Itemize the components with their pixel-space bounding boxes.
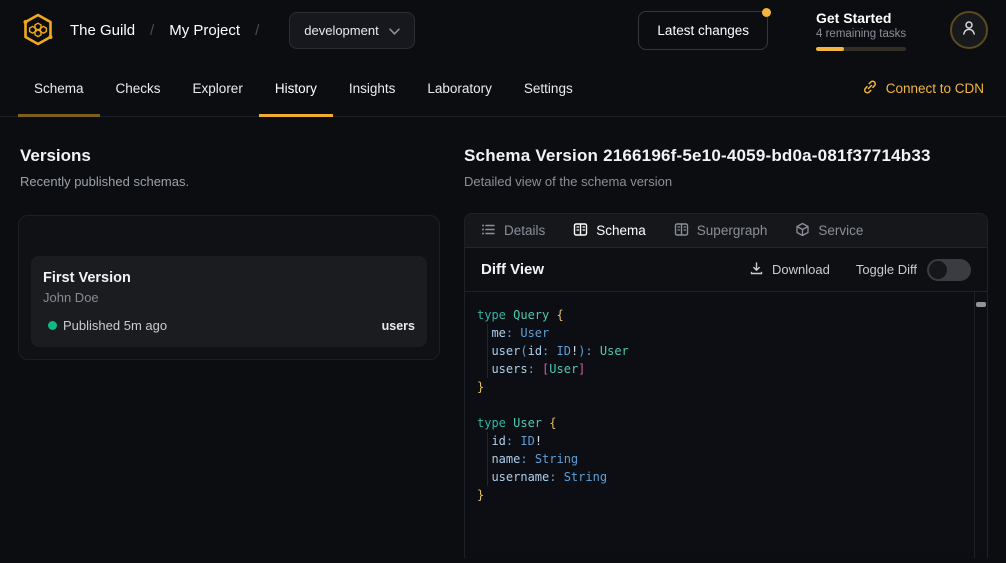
hive-logo-icon[interactable]	[18, 10, 58, 50]
columns-icon	[573, 222, 588, 240]
detail-tabs: Details Schema	[465, 214, 987, 248]
progress-fill	[816, 47, 844, 51]
get-started-title: Get Started	[816, 10, 908, 27]
connect-to-cdn-link[interactable]: Connect to CDN	[862, 79, 988, 98]
diff-actions: Download Toggle Diff	[749, 259, 971, 281]
latest-changes-label: Latest changes	[657, 23, 749, 38]
tab-label: Supergraph	[697, 223, 768, 238]
tab-label: Schema	[596, 223, 646, 238]
tab-service[interactable]: Service	[795, 222, 863, 240]
code-content: type Query { me: User user(id: ID!): Use…	[465, 292, 987, 504]
toggle-diff-switch[interactable]	[927, 259, 971, 281]
environment-selector[interactable]: development	[289, 12, 414, 49]
tab-supergraph[interactable]: Supergraph	[674, 222, 768, 240]
latest-changes-button[interactable]: Latest changes	[638, 11, 768, 50]
cube-icon	[795, 222, 810, 240]
diff-view-title: Diff View	[481, 261, 544, 278]
tab-label: Details	[504, 223, 545, 238]
list-icon	[481, 222, 496, 240]
nav-tab-label: Laboratory	[427, 81, 492, 96]
schema-version-panel: Schema Version 2166196f-5e10-4059-bd0a-0…	[464, 117, 1006, 558]
chevron-down-icon	[389, 23, 400, 38]
breadcrumb-separator: /	[150, 22, 154, 39]
nav-tab-label: Checks	[116, 81, 161, 96]
nav-spacer	[589, 60, 862, 116]
indent-guide	[487, 432, 488, 486]
download-icon	[749, 261, 764, 279]
get-started-subtitle: 4 remaining tasks	[816, 27, 908, 42]
tab-details[interactable]: Details	[481, 222, 545, 240]
versions-panel: Versions Recently published schemas. Fir…	[0, 117, 464, 558]
schema-code-block[interactable]: type Query { me: User user(id: ID!): Use…	[465, 292, 987, 558]
tab-label: Service	[818, 223, 863, 238]
nav-tab-settings[interactable]: Settings	[508, 60, 589, 116]
versions-list-card: First Version John Doe Published 5m ago …	[18, 215, 440, 360]
schema-detail-panel: Details Schema	[464, 213, 988, 558]
get-started-progress-track	[816, 47, 906, 51]
columns-icon	[674, 222, 689, 240]
code-scrollbar-thumb[interactable]	[976, 302, 986, 307]
nav-tab-checks[interactable]: Checks	[100, 60, 177, 116]
link-icon	[862, 79, 878, 98]
connect-to-cdn-label: Connect to CDN	[886, 81, 984, 96]
version-author: John Doe	[43, 290, 415, 305]
notification-dot	[762, 8, 771, 17]
diff-header: Diff View Download Toggle Diff	[465, 248, 987, 292]
download-button[interactable]: Download	[749, 261, 830, 279]
switch-knob	[929, 261, 947, 279]
user-icon	[960, 19, 978, 42]
version-status: Published 5m ago	[63, 318, 167, 333]
nav-tab-schema[interactable]: Schema	[18, 60, 100, 116]
nav-tab-label: Schema	[34, 81, 84, 96]
toggle-diff-group: Toggle Diff	[856, 259, 971, 281]
download-label: Download	[772, 262, 830, 277]
schema-version-subtitle: Detailed view of the schema version	[464, 174, 988, 189]
indent-guide	[487, 324, 488, 378]
breadcrumb-project[interactable]: My Project	[169, 22, 240, 39]
tab-schema[interactable]: Schema	[573, 222, 646, 240]
version-list-item[interactable]: First Version John Doe Published 5m ago …	[31, 256, 427, 347]
get-started-widget[interactable]: Get Started 4 remaining tasks	[816, 10, 908, 51]
nav-tab-explorer[interactable]: Explorer	[177, 60, 259, 116]
version-service-badge: users	[382, 319, 415, 333]
versions-subtitle: Recently published schemas.	[20, 174, 440, 189]
nav-tab-insights[interactable]: Insights	[333, 60, 412, 116]
org-name[interactable]: The Guild	[70, 22, 135, 39]
app-header: The Guild / My Project / development Lat…	[0, 0, 1006, 60]
nav-tab-label: History	[275, 81, 317, 96]
breadcrumb-separator: /	[255, 22, 259, 39]
main-nav: Schema Checks Explorer History Insights …	[0, 60, 1006, 117]
version-name: First Version	[43, 270, 415, 286]
schema-version-title: Schema Version 2166196f-5e10-4059-bd0a-0…	[464, 146, 988, 166]
toggle-diff-label: Toggle Diff	[856, 262, 917, 277]
code-scrollbar[interactable]	[974, 292, 987, 558]
version-status-row: Published 5m ago users	[43, 318, 415, 333]
user-avatar[interactable]	[950, 11, 988, 49]
published-status-dot	[48, 321, 57, 330]
nav-tab-laboratory[interactable]: Laboratory	[411, 60, 508, 116]
nav-tab-label: Insights	[349, 81, 396, 96]
nav-tab-label: Explorer	[193, 81, 243, 96]
main-content: Versions Recently published schemas. Fir…	[0, 117, 1006, 558]
versions-title: Versions	[20, 146, 440, 166]
nav-tab-history[interactable]: History	[259, 60, 333, 116]
nav-tab-label: Settings	[524, 81, 573, 96]
environment-selector-value: development	[304, 23, 378, 38]
